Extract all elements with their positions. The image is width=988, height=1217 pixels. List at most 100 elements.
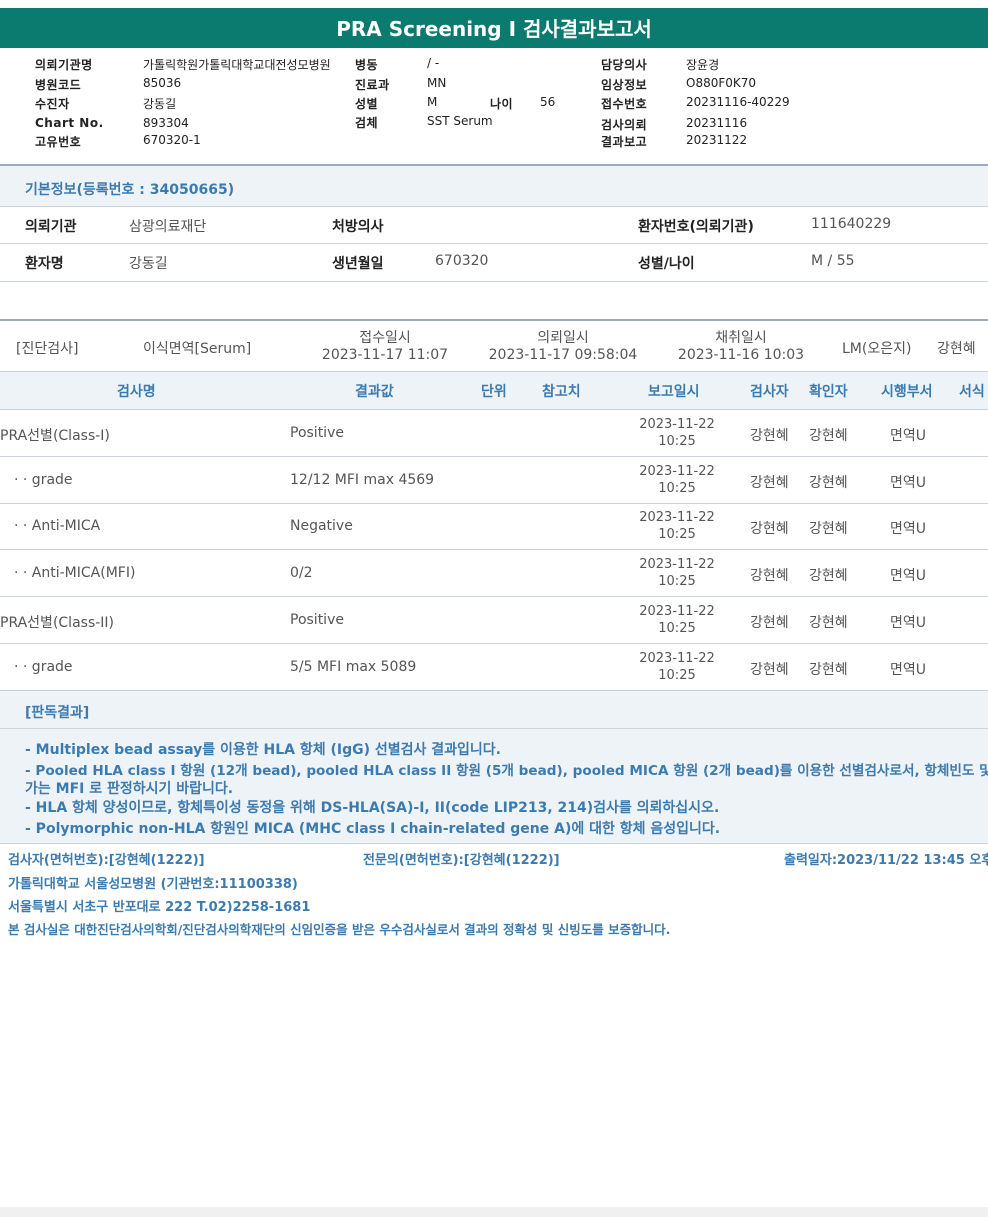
sex-age-label: 성별/나이 [638,256,695,272]
interpretation-line: - Polymorphic non-HLA 항원인 MICA (MHC clas… [25,821,721,837]
patient-name-value: 강동길 [129,256,168,272]
column-header-result: 결과값 [355,384,394,400]
test-name: PRA선별(Class-I) [0,428,110,444]
header-label-unique-no: 고유번호 [35,135,82,149]
column-header-reference: 참고치 [542,384,581,400]
report-time: 10:25 [658,668,696,683]
column-header-examiner: 검사자 [750,384,789,400]
department: 면역U [890,615,927,631]
header-label-requested: 검사의뢰 [601,118,648,132]
section-lm: LM(오은지) [842,341,912,357]
column-header-test-name: 검사명 [117,384,156,400]
divider [0,690,988,691]
horizontal-scrollbar[interactable] [0,1207,988,1217]
divider [0,643,988,644]
header-value-age: 56 [540,95,556,109]
collected-label: 채취일시 [715,330,767,346]
test-name: · · grade [14,659,73,675]
header-value-institution: 가톨릭학원가톨릭대학교대전성모병원 [143,58,331,72]
interpretation-line: - HLA 항체 양성이므로, 항체특이성 동정을 위해 DS-HLA(SA)-… [25,800,720,816]
header-value-requested: 20231116 [686,116,748,130]
divider [0,549,988,550]
result-value: 5/5 MFI max 5089 [290,659,417,675]
requested-label: 의뢰일시 [537,330,589,346]
report-date: 2023-11-22 [639,464,715,479]
result-value: Positive [290,612,344,628]
divider [0,503,988,504]
divider [0,456,988,457]
section-category: [진단검사] [16,341,79,357]
institution-label: 의뢰기관 [25,219,77,235]
header-value-chart-no: 893304 [143,116,189,130]
examiner: 강현혜 [750,475,789,491]
column-header-form: 서식 [959,384,985,400]
header-value-receipt-no: 20231116-40229 [686,95,790,109]
footer-examiner: 검사자(면허번호):[강현혜(1222)] [8,853,205,868]
interpretation-line: - Pooled HLA class I 항원 (12개 bead), pool… [25,763,988,779]
divider [0,728,988,729]
department: 면역U [890,475,927,491]
report-time: 10:25 [658,527,696,542]
footer-certification: 본 검사실은 대한진단검사의학회/진단검사의학재단의 신임인증을 받은 우수검사… [8,922,671,937]
header-value-department: MN [427,76,447,90]
header-label-clinical-info: 임상정보 [601,78,648,92]
header-label-institution: 의뢰기관명 [35,58,93,72]
patient-no-label: 환자번호(의뢰기관) [638,219,754,235]
header-value-clinical-info: O880F0K70 [686,76,757,90]
examiner: 강현혜 [750,615,789,631]
section-examiner: 강현혜 [937,341,976,357]
department: 면역U [890,521,927,537]
sex-age-value: M / 55 [811,253,855,269]
verifier: 강현혜 [809,475,848,491]
result-value: Positive [290,425,344,441]
report-date: 2023-11-22 [639,604,715,619]
report-time: 10:25 [658,481,696,496]
divider [0,319,988,321]
report-date: 2023-11-22 [639,651,715,666]
header-label-patient: 수진자 [35,97,70,111]
test-name: PRA선별(Class-II) [0,615,115,631]
examiner: 강현혜 [750,521,789,537]
header-label-chart-no: Chart No. [35,116,104,130]
result-value: 12/12 MFI max 4569 [290,472,435,488]
verifier: 강현혜 [809,428,848,444]
interpretation-line: 가는 MFI 로 판정하시기 바랍니다. [25,781,234,797]
report-date: 2023-11-22 [639,557,715,572]
verifier: 강현혜 [809,568,848,584]
footer-address: 서울특별시 서초구 반포대로 222 T.02)2258-1681 [8,900,311,915]
header-label-doctor: 담당의사 [601,58,648,72]
divider [0,243,988,244]
test-name: · · Anti-MICA(MFI) [14,565,136,581]
birth-value: 670320 [435,253,489,269]
patient-name-label: 환자명 [25,256,64,272]
header-label-hospital-code: 병원코드 [35,78,82,92]
divider [0,371,988,372]
section-department: 이식면역[Serum] [143,341,252,357]
header-value-patient: 강동길 [143,97,177,111]
header-label-department: 진료과 [355,78,390,92]
divider [0,206,988,207]
divider [0,281,988,282]
department: 면역U [890,568,927,584]
verifier: 강현혜 [809,662,848,678]
verifier: 강현혜 [809,521,848,537]
test-name: · · grade [14,472,73,488]
header-label-ward: 병동 [355,58,379,72]
requested-value: 2023-11-17 09:58:04 [488,347,638,363]
received-label: 접수일시 [359,330,411,346]
report-date: 2023-11-22 [639,417,715,432]
header-value-specimen: SST Serum [427,114,493,128]
divider [0,843,988,844]
report-time: 10:25 [658,621,696,636]
header-value-sex: M [427,95,438,109]
patient-no-value: 111640229 [811,216,892,232]
column-header-dept: 시행부서 [881,384,933,400]
header-label-receipt-no: 접수번호 [601,97,648,111]
institution-value: 삼광의료재단 [129,219,207,235]
header-value-hospital-code: 85036 [143,76,182,90]
examiner: 강현혜 [750,568,789,584]
report-title: PRA Screening I 검사결과보고서 [0,8,988,48]
column-header-report-date: 보고일시 [648,384,700,400]
result-value: Negative [290,518,353,534]
header-label-sex: 성별 [355,97,379,111]
